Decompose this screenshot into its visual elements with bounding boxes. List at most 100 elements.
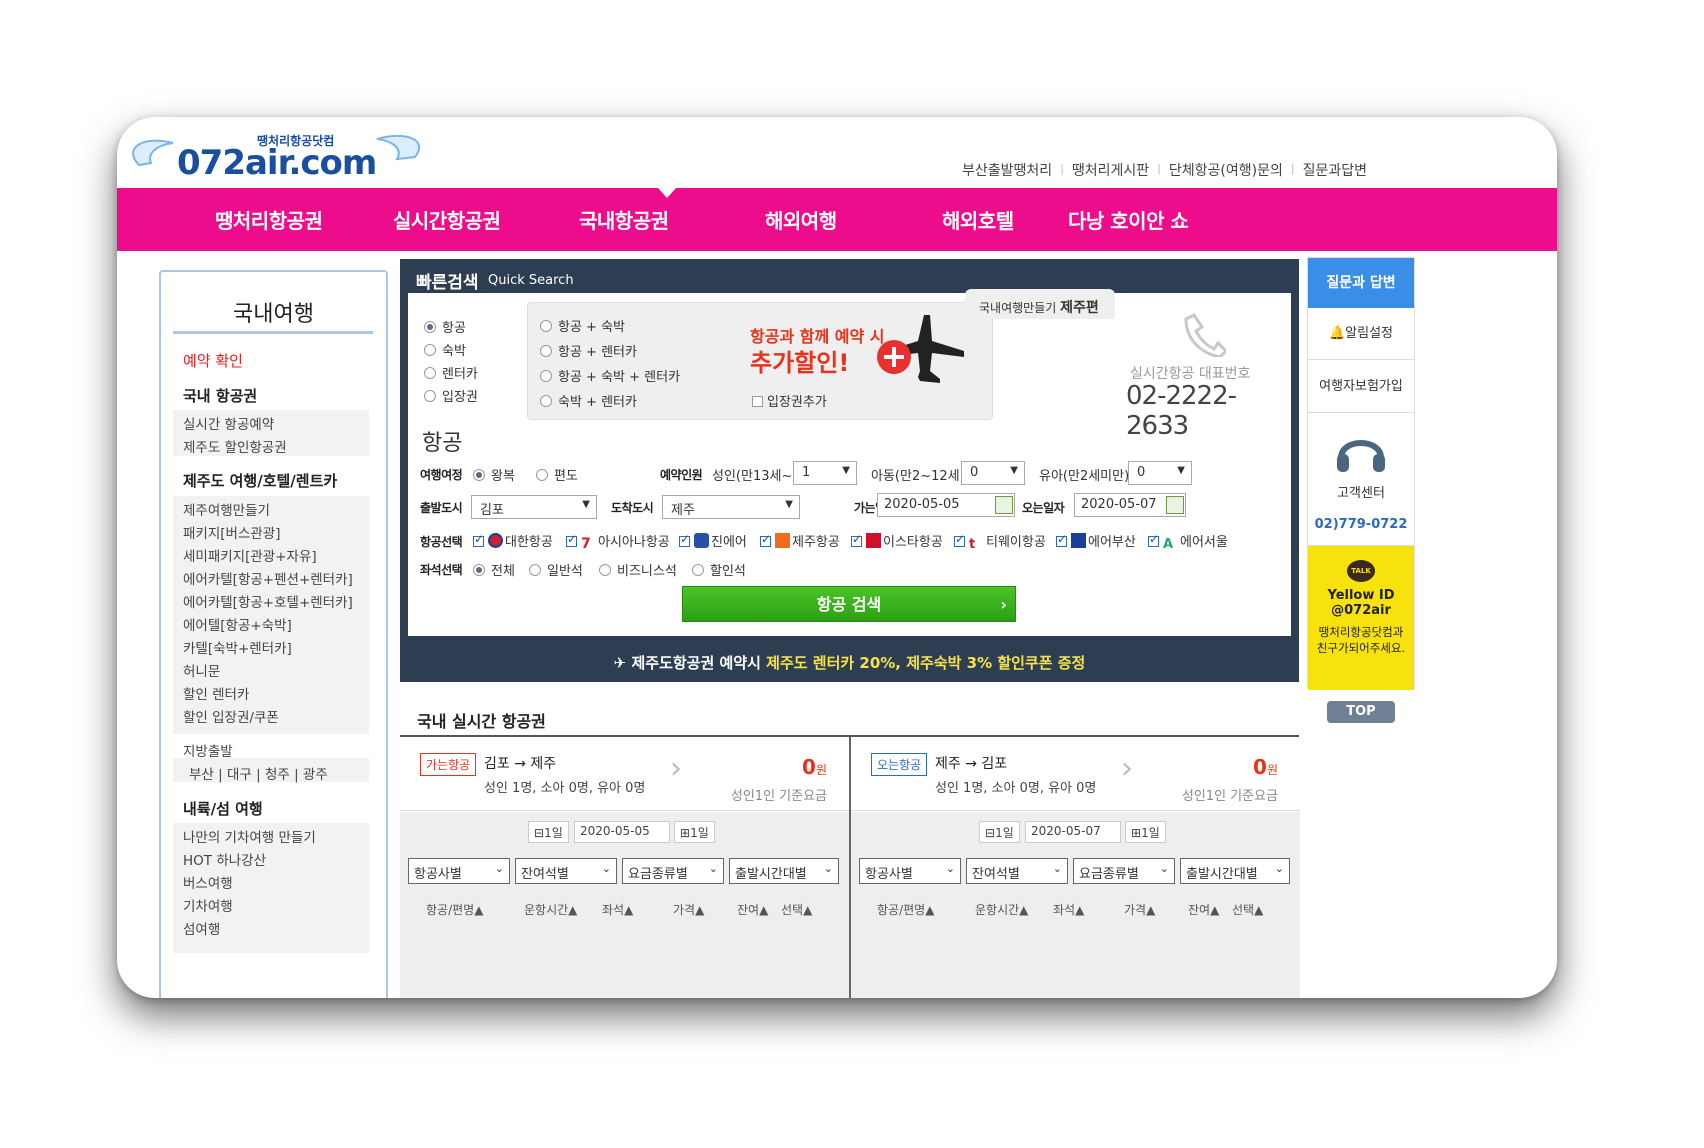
outbound-date-field[interactable]: 2020-05-05 bbox=[574, 821, 670, 843]
col-select[interactable]: 선택▲ bbox=[781, 901, 812, 918]
sidebar-item-island[interactable]: 섬여행 bbox=[183, 918, 220, 938]
outbound-airline-filter[interactable]: 항공사별 ⌄ bbox=[408, 858, 510, 884]
outbound-fare-filter[interactable]: 요금종류별 ⌄ bbox=[622, 858, 724, 884]
seat-discount-radio[interactable]: 할인석 bbox=[692, 560, 746, 579]
dep-city-select[interactable]: 김포 ▼ bbox=[471, 495, 597, 519]
combo-air-stay-radio[interactable]: 항공 + 숙박 bbox=[540, 316, 625, 335]
col-remaining[interactable]: 잔여▲ bbox=[1188, 901, 1219, 918]
air-search-button[interactable]: 항공 검색 › bbox=[682, 586, 1016, 622]
sidebar-item-aircatel-pension[interactable]: 에어카텔[항공+펜션+렌터카] bbox=[183, 568, 353, 588]
sidebar-item-aircatel-hotel[interactable]: 에어카텔[항공+호텔+렌터카] bbox=[183, 591, 353, 611]
sidebar-item-coupon[interactable]: 할인 입장권/쿠폰 bbox=[183, 706, 279, 726]
infant-select[interactable]: 0 ▼ bbox=[1128, 461, 1192, 485]
col-remaining[interactable]: 잔여▲ bbox=[737, 901, 768, 918]
combo-stay-rentcar-radio[interactable]: 숙박 + 렌터카 bbox=[540, 391, 637, 410]
go-date-input[interactable]: 2020-05-05 bbox=[877, 493, 1015, 517]
col-price[interactable]: 가격▲ bbox=[1124, 901, 1155, 918]
insurance-button[interactable]: 여행자보험가입 bbox=[1308, 361, 1414, 413]
calendar-icon[interactable] bbox=[995, 496, 1013, 514]
alarm-setting-button[interactable]: 🔔알림설정 bbox=[1308, 308, 1414, 360]
sidebar-item-local-departure[interactable]: 지방출발 bbox=[183, 740, 233, 760]
child-select[interactable]: 0 ▼ bbox=[961, 461, 1025, 485]
col-duration[interactable]: 운항시간▲ bbox=[975, 901, 1028, 918]
back-date-input[interactable]: 2020-05-07 bbox=[1074, 493, 1186, 517]
qa-button[interactable]: 질문과 답변 bbox=[1308, 258, 1414, 308]
return-airline-filter[interactable]: 항공사별 ⌄ bbox=[859, 858, 961, 884]
airline-tway-checkbox[interactable]: t티웨이항공 bbox=[954, 531, 1046, 552]
seat-economy-radio[interactable]: 일반석 bbox=[529, 560, 583, 579]
airline-jeju-checkbox[interactable]: 제주항공 bbox=[760, 531, 840, 550]
return-time-filter[interactable]: 출발시간대별 ⌄ bbox=[1180, 858, 1290, 884]
nav-clearance-tickets[interactable]: 땡처리항공권 bbox=[215, 205, 323, 234]
sidebar-item-realtime[interactable]: 실시간 항공예약 bbox=[183, 413, 274, 433]
airline-korean-checkbox[interactable]: 대한항공 bbox=[473, 531, 553, 550]
airline-asiana-checkbox[interactable]: 7아시아나항공 bbox=[566, 531, 670, 552]
col-airline[interactable]: 항공/편명▲ bbox=[426, 901, 483, 918]
return-date-field[interactable]: 2020-05-07 bbox=[1025, 821, 1121, 843]
jeju-promo-banner[interactable]: ✈ 제주도항공권 예약시 제주도 렌터카 20%, 제주숙박 3% 할인쿠폰 증… bbox=[400, 644, 1299, 682]
airline-eastar-checkbox[interactable]: 이스타항공 bbox=[851, 531, 943, 550]
nav-realtime-tickets[interactable]: 실시간항공권 bbox=[393, 205, 501, 234]
sidebar-item-jeju-discount[interactable]: 제주도 할인항공권 bbox=[183, 436, 287, 456]
outbound-next-day-button[interactable]: ⊞1일 bbox=[674, 821, 715, 843]
airline-airbusan-checkbox[interactable]: 에어부산 bbox=[1056, 531, 1136, 550]
airline-jinair-checkbox[interactable]: 진에어 bbox=[679, 531, 747, 550]
arr-city-select[interactable]: 제주 ▼ bbox=[662, 495, 800, 519]
sidebar-item-catel[interactable]: 카텔[숙박+렌터카] bbox=[183, 637, 292, 657]
col-airline[interactable]: 항공/편명▲ bbox=[877, 901, 934, 918]
col-duration[interactable]: 운항시간▲ bbox=[524, 901, 577, 918]
jeju-make-tag[interactable]: 국내여행만들기 제주편 bbox=[965, 289, 1115, 319]
return-next-day-button[interactable]: ⊞1일 bbox=[1125, 821, 1166, 843]
top-link-board[interactable]: 땡처리게시판 bbox=[1064, 160, 1157, 180]
return-panel: 오는항공 제주 → 김포 성인 1명, 소아 0명, 유아 0명 › 0원 성인… bbox=[851, 737, 1300, 998]
outbound-prev-day-button[interactable]: ⊟1일 bbox=[528, 821, 569, 843]
type-rentcar-radio[interactable]: 렌터카 bbox=[424, 363, 478, 382]
kakao-yellow-id[interactable]: TALK Yellow ID @072air 땡처리항공닷컴과 친구가되어주세요… bbox=[1308, 546, 1414, 690]
sidebar-item-train[interactable]: 기차여행 bbox=[183, 895, 233, 915]
return-fare-filter[interactable]: 요금종류별 ⌄ bbox=[1073, 858, 1175, 884]
top-link-qa[interactable]: 질문과답변 bbox=[1295, 160, 1375, 180]
sidebar-item-airtel[interactable]: 에어텔[항공+숙박] bbox=[183, 614, 292, 634]
sidebar-item-rentcar[interactable]: 할인 렌터카 bbox=[183, 683, 249, 703]
top-link-group[interactable]: 단체항공(여행)문의 bbox=[1161, 160, 1291, 180]
sidebar-item-package[interactable]: 패키지[버스관광] bbox=[183, 522, 280, 542]
calendar-icon[interactable] bbox=[1166, 496, 1184, 514]
yellow-id-label: Yellow ID bbox=[1327, 588, 1395, 603]
type-air-radio[interactable]: 항공 bbox=[424, 317, 466, 336]
type-ticket-radio[interactable]: 입장권 bbox=[424, 386, 478, 405]
combo-air-stay-rentcar-radio[interactable]: 항공 + 숙박 + 렌터카 bbox=[540, 366, 680, 385]
sidebar-item-honeymoon[interactable]: 허니문 bbox=[183, 660, 220, 680]
nav-danang-show[interactable]: 다낭 호이안 쇼 bbox=[1068, 205, 1189, 234]
reservation-check-link[interactable]: 예약 확인 bbox=[183, 350, 243, 371]
combo-air-rentcar-radio[interactable]: 항공 + 렌터카 bbox=[540, 341, 637, 360]
trip-round-radio[interactable]: 왕복 bbox=[473, 465, 515, 484]
seat-business-radio[interactable]: 비즈니스석 bbox=[599, 560, 677, 579]
adult-select[interactable]: 1 ▼ bbox=[793, 461, 857, 485]
col-seat[interactable]: 좌석▲ bbox=[1053, 901, 1084, 918]
outbound-time-filter[interactable]: 출발시간대별 ⌄ bbox=[729, 858, 839, 884]
site-logo[interactable]: 땡처리항공닷컴 072air.com bbox=[127, 127, 427, 187]
top-link-busan[interactable]: 부산출발땡처리 bbox=[954, 160, 1060, 180]
customer-center[interactable]: 고객센터 02)779-0722 bbox=[1308, 414, 1414, 546]
outbound-seat-filter[interactable]: 잔여석별 ⌄ bbox=[515, 858, 617, 884]
sidebar-item-hot[interactable]: HOT 하나강산 bbox=[183, 849, 266, 869]
scroll-top-button[interactable]: TOP bbox=[1327, 701, 1395, 723]
nav-overseas-hotel[interactable]: 해외호텔 bbox=[942, 205, 1014, 234]
seat-all-radio[interactable]: 전체 bbox=[473, 560, 515, 579]
col-seat[interactable]: 좌석▲ bbox=[602, 901, 633, 918]
return-prev-day-button[interactable]: ⊟1일 bbox=[979, 821, 1020, 843]
nav-overseas-travel[interactable]: 해외여행 bbox=[765, 205, 837, 234]
sidebar-item-train-make[interactable]: 나만의 기차여행 만들기 bbox=[183, 826, 316, 846]
airline-airseoul-checkbox[interactable]: A에어서울 bbox=[1148, 531, 1228, 552]
trip-oneway-radio[interactable]: 편도 bbox=[536, 465, 578, 484]
sidebar-item-jeju-make[interactable]: 제주여행만들기 bbox=[183, 499, 270, 519]
col-price[interactable]: 가격▲ bbox=[673, 901, 704, 918]
sidebar-item-bus[interactable]: 버스여행 bbox=[183, 872, 233, 892]
ticket-add-checkbox[interactable]: 입장권추가 bbox=[752, 391, 827, 410]
nav-domestic-tickets[interactable]: 국내항공권 bbox=[579, 205, 669, 234]
sidebar-local-cities[interactable]: 부산 | 대구 | 청주 | 광주 bbox=[189, 763, 328, 783]
sidebar-item-semi-package[interactable]: 세미패키지[관광+자유] bbox=[183, 545, 317, 565]
type-stay-radio[interactable]: 숙박 bbox=[424, 340, 466, 359]
return-seat-filter[interactable]: 잔여석별 ⌄ bbox=[966, 858, 1068, 884]
col-select[interactable]: 선택▲ bbox=[1232, 901, 1263, 918]
